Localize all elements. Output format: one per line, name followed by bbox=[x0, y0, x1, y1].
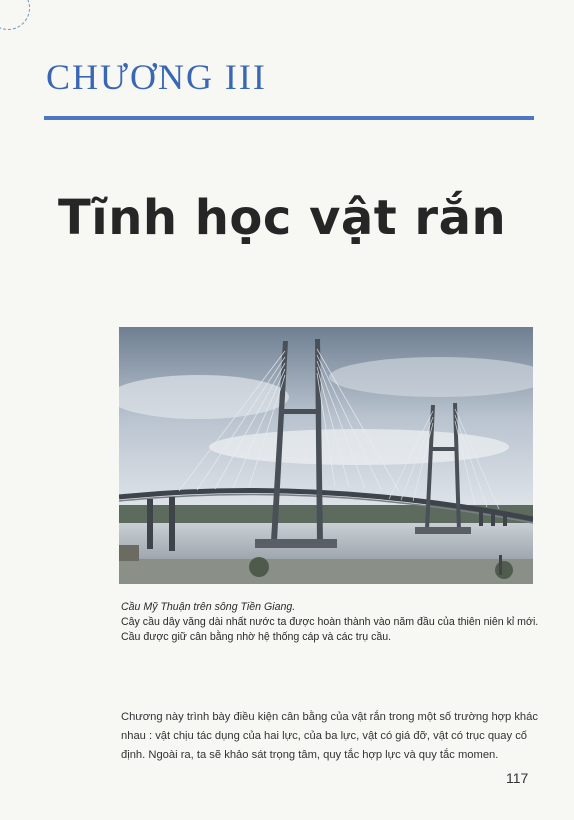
chapter-label: CHƯƠNG III bbox=[46, 57, 267, 97]
chapter-intro: Chương này trình bày điều kiện cân bằng … bbox=[121, 711, 538, 761]
chapter-rule bbox=[44, 116, 534, 120]
textbook-page: CHƯƠNG III Tĩnh học vật rắn Cầu Mỹ Thuận… bbox=[0, 0, 574, 820]
bridge-illustration bbox=[119, 327, 533, 584]
photo-caption: Cầu Mỹ Thuận trên sông Tiền Giang. Cây c… bbox=[121, 600, 541, 645]
chapter-title: Tĩnh học vật rắn bbox=[58, 190, 507, 246]
caption-title: Cầu Mỹ Thuận trên sông Tiền Giang. bbox=[121, 601, 296, 613]
library-stamp bbox=[0, 0, 30, 30]
bridge-photo bbox=[119, 327, 533, 584]
page-number: 117 bbox=[506, 770, 529, 786]
caption-text: Cây cầu dây văng dài nhất nước ta được h… bbox=[121, 616, 539, 643]
